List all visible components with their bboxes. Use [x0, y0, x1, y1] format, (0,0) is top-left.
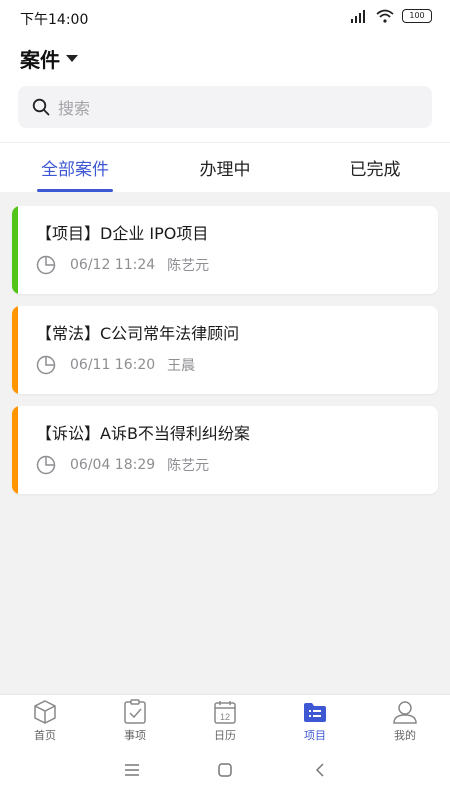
- calendar-icon: 12: [214, 701, 236, 724]
- case-tabs: 全部案件 办理中 已完成: [0, 142, 450, 193]
- nav-projects[interactable]: 项目: [270, 699, 360, 743]
- case-title: 【常法】C公司常年法律顾问: [36, 324, 240, 343]
- case-time: 06/04 18:29: [70, 457, 156, 473]
- case-owner: 王晨: [167, 358, 196, 374]
- case-owner: 陈艺元: [167, 458, 210, 474]
- case-card[interactable]: 【项目】D企业 IPO项目 06/12 11:24 陈艺元: [12, 206, 438, 294]
- battery-icon: 100: [402, 9, 432, 23]
- clock-pie-icon: [36, 455, 56, 475]
- system-nav-bar: [0, 746, 450, 800]
- calendar-day: 12: [220, 712, 230, 722]
- tab-completed[interactable]: 已完成: [315, 155, 435, 180]
- home-square-icon[interactable]: [217, 762, 233, 778]
- case-time: 06/12 11:24: [70, 257, 156, 273]
- search-icon: [32, 98, 50, 116]
- case-meta: 06/12 11:24 陈艺元: [36, 255, 209, 275]
- case-meta: 06/04 18:29 陈艺元: [36, 455, 209, 475]
- nav-home[interactable]: 首页: [0, 699, 90, 743]
- status-icons: 100: [350, 9, 432, 23]
- case-title: 【诉讼】A诉B不当得利纠纷案: [36, 424, 250, 443]
- nav-profile[interactable]: 我的: [360, 699, 450, 743]
- case-list: 【项目】D企业 IPO项目 06/12 11:24 陈艺元 【常法】C公司常年法…: [0, 192, 450, 694]
- case-card[interactable]: 【诉讼】A诉B不当得利纠纷案 06/04 18:29 陈艺元: [12, 406, 438, 494]
- search-input[interactable]: 搜索: [18, 86, 432, 128]
- back-icon[interactable]: [312, 762, 328, 778]
- status-bar: 下午14:00 100: [0, 0, 450, 36]
- caret-down-icon: [66, 54, 78, 62]
- case-title: 【项目】D企业 IPO项目: [36, 224, 209, 243]
- status-time: 下午14:00: [20, 12, 89, 28]
- folder-list-icon: [304, 703, 326, 722]
- search-placeholder: 搜索: [58, 99, 91, 118]
- case-card[interactable]: 【常法】C公司常年法律顾问 06/11 16:20 王晨: [12, 306, 438, 394]
- nav-label: 我的: [394, 729, 416, 742]
- person-icon: [393, 701, 417, 724]
- status-color-bar: [12, 306, 18, 394]
- nav-tasks[interactable]: 事项: [90, 699, 180, 743]
- home-cube-icon: [34, 700, 56, 724]
- clock-pie-icon: [36, 255, 56, 275]
- clock-pie-icon: [36, 355, 56, 375]
- clipboard-check-icon: [124, 699, 146, 724]
- bottom-nav: 首页 事项 12 日历 项目 我的: [0, 694, 450, 747]
- case-time: 06/11 16:20: [70, 357, 156, 373]
- case-filter-dropdown[interactable]: 案件: [20, 44, 78, 73]
- tab-all-cases[interactable]: 全部案件: [15, 155, 135, 180]
- menu-icon[interactable]: [124, 762, 140, 778]
- status-color-bar: [12, 206, 18, 294]
- status-color-bar: [12, 406, 18, 494]
- signal-icon: [351, 10, 365, 23]
- case-owner: 陈艺元: [167, 258, 210, 274]
- nav-label: 事项: [124, 729, 146, 742]
- nav-calendar[interactable]: 12 日历: [180, 699, 270, 743]
- tab-in-progress[interactable]: 办理中: [165, 155, 285, 180]
- nav-label: 首页: [34, 729, 56, 742]
- case-meta: 06/11 16:20 王晨: [36, 355, 195, 375]
- nav-label: 项目: [304, 729, 326, 742]
- wifi-icon: [376, 9, 394, 23]
- nav-label: 日历: [214, 729, 236, 742]
- page-title: 案件: [20, 48, 60, 72]
